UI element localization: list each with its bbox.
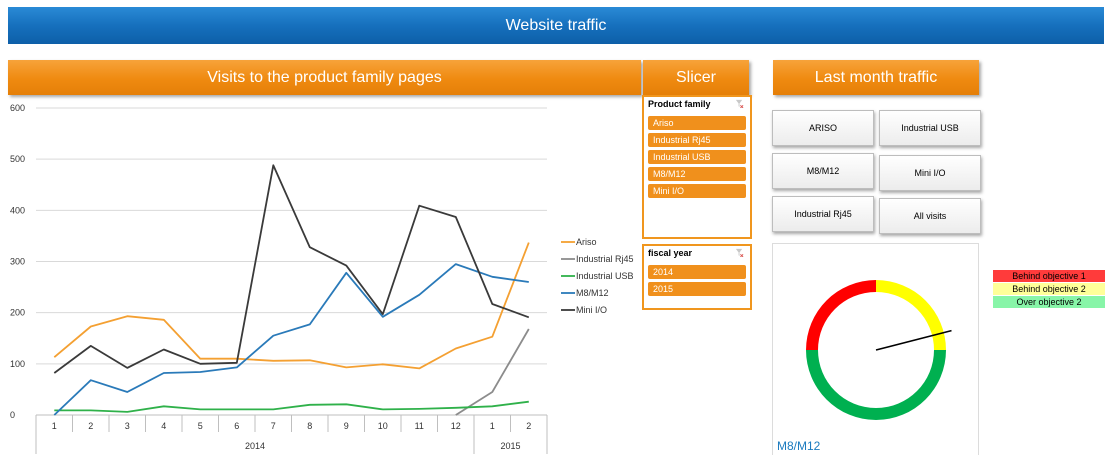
traffic-gauge	[806, 280, 952, 420]
chart-series	[53, 164, 530, 416]
ariso-button[interactable]: ARISO	[772, 110, 874, 146]
y-tick-label: 400	[10, 205, 25, 215]
x-tick-label: 9	[344, 421, 349, 431]
chart-axes: 01002003004005006001 2 3 4 5 6 7 8 9 10 11 12 1 22014…	[10, 103, 548, 454]
clear-filter-icon[interactable]	[735, 99, 744, 108]
x-tick-label: 5	[198, 421, 203, 431]
legend-behind-objective-2: Behind objective 2	[993, 283, 1105, 295]
slicer-panel: Product family Ariso Industrial Rj45 Ind…	[642, 95, 752, 454]
x-group-label: 2015	[500, 441, 520, 451]
slicer-item-m8m12[interactable]: M8/M12	[648, 167, 746, 181]
y-tick-label: 0	[10, 410, 15, 420]
x-tick-label: 3	[125, 421, 130, 431]
legend-behind-objective-1: Behind objective 1	[993, 270, 1105, 282]
traffic-gauge-panel: M8/M12	[772, 243, 979, 455]
all-visits-button[interactable]: All visits	[879, 198, 981, 234]
y-tick-label: 200	[10, 308, 25, 318]
industrial-usb-button[interactable]: Industrial USB	[879, 110, 981, 146]
legend-entry: Ariso	[576, 237, 597, 247]
fiscal-year-slicer: fiscal year 2014 2015	[642, 244, 752, 310]
slicer-item-mini-io[interactable]: Mini I/O	[648, 184, 746, 198]
x-tick-label: 1	[490, 421, 495, 431]
gauge-segment-red	[806, 280, 876, 350]
legend-over-objective-2: Over objective 2	[993, 296, 1105, 308]
x-tick-label: 2	[88, 421, 93, 431]
x-tick-label: 10	[378, 421, 388, 431]
y-tick-label: 300	[10, 257, 25, 267]
gauge-segment-yellow	[876, 280, 946, 350]
m8m12-button[interactable]: M8/M12	[772, 153, 874, 189]
gauge-product-label: M8/M12	[777, 439, 821, 453]
y-tick-label: 500	[10, 154, 25, 164]
series-line	[53, 263, 529, 416]
product-family-slicer-title: Product family	[644, 97, 750, 113]
x-tick-label: 4	[161, 421, 166, 431]
x-tick-label: 8	[307, 421, 312, 431]
product-family-slicer: Product family Ariso Industrial Rj45 Ind…	[642, 95, 752, 239]
x-tick-label: 2	[526, 421, 531, 431]
x-tick-label: 1	[52, 421, 57, 431]
slicer-header: Slicer	[643, 60, 749, 95]
series-line	[54, 400, 529, 413]
slicer-item-2015[interactable]: 2015	[648, 282, 746, 296]
y-tick-label: 600	[10, 103, 25, 113]
x-tick-label: 6	[234, 421, 239, 431]
x-tick-label: 12	[451, 421, 461, 431]
x-group-label: 2014	[245, 441, 265, 451]
series-line	[53, 164, 530, 374]
y-tick-label: 100	[10, 359, 25, 369]
dashboard-title: Website traffic	[8, 7, 1104, 44]
slicer-item-2014[interactable]: 2014	[648, 265, 746, 279]
slicer-item-industrial-rj45[interactable]: Industrial Rj45	[648, 133, 746, 147]
slicer-item-ariso[interactable]: Ariso	[648, 116, 746, 130]
clear-filter-icon[interactable]	[735, 248, 744, 257]
x-tick-label: 11	[415, 421, 424, 431]
industrial-rj45-button[interactable]: Industrial Rj45	[772, 196, 874, 232]
fiscal-year-label: fiscal year	[648, 248, 693, 258]
legend-entry: Industrial Rj45	[576, 254, 634, 264]
series-line	[455, 328, 530, 416]
visits-header: Visits to the product family pages	[8, 60, 641, 95]
chart-gridlines	[36, 107, 547, 365]
chart-legend: Ariso Industrial Rj45 Industrial USB M8/M12…	[561, 237, 634, 315]
x-tick-label: 7	[271, 421, 276, 431]
legend-entry: Industrial USB	[576, 271, 634, 281]
slicer-item-industrial-usb[interactable]: Industrial USB	[648, 150, 746, 164]
fiscal-year-slicer-title: fiscal year	[644, 246, 750, 262]
last-month-header: Last month traffic	[773, 60, 979, 95]
mini-io-button[interactable]: Mini I/O	[879, 155, 981, 191]
legend-entry: M8/M12	[576, 288, 609, 298]
product-family-label: Product family	[648, 99, 711, 109]
visits-line-chart: 01002003004005006001 2 3 4 5 6 7 8 9 10 11 12 1 22014…	[10, 103, 634, 454]
legend-entry: Mini I/O	[576, 305, 607, 315]
gauge-segment-green	[806, 350, 946, 420]
